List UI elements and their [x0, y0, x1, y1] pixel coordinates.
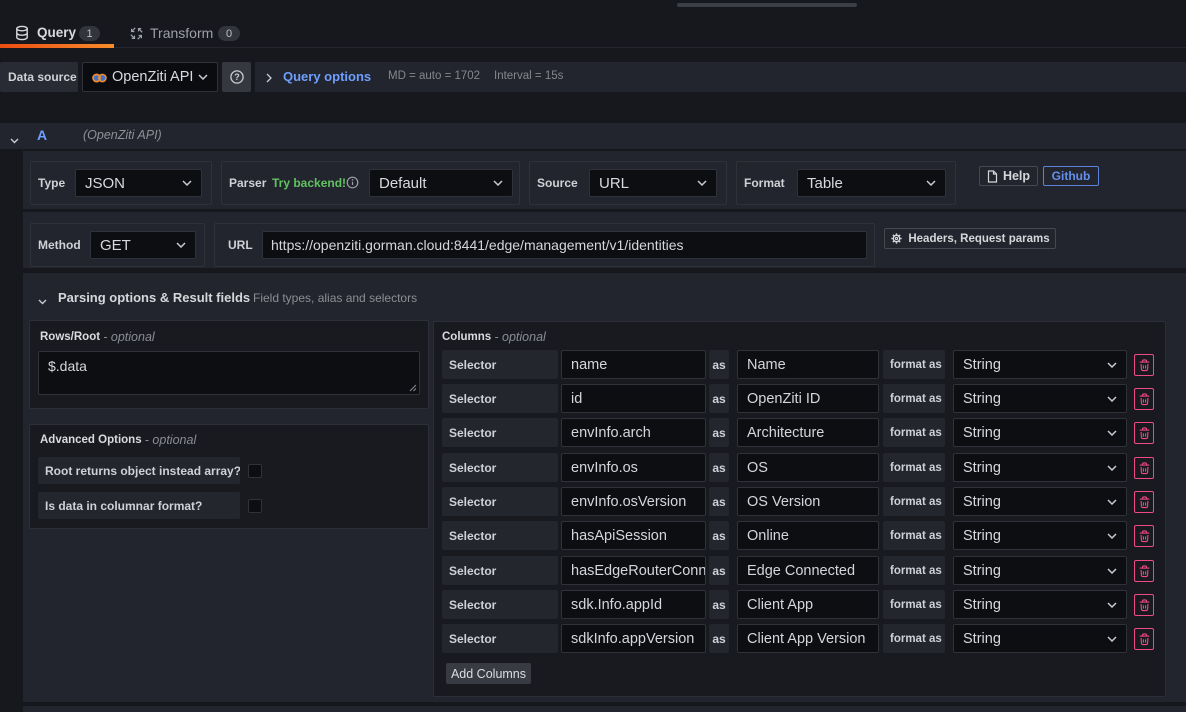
svg-text:?: ? [234, 72, 240, 82]
